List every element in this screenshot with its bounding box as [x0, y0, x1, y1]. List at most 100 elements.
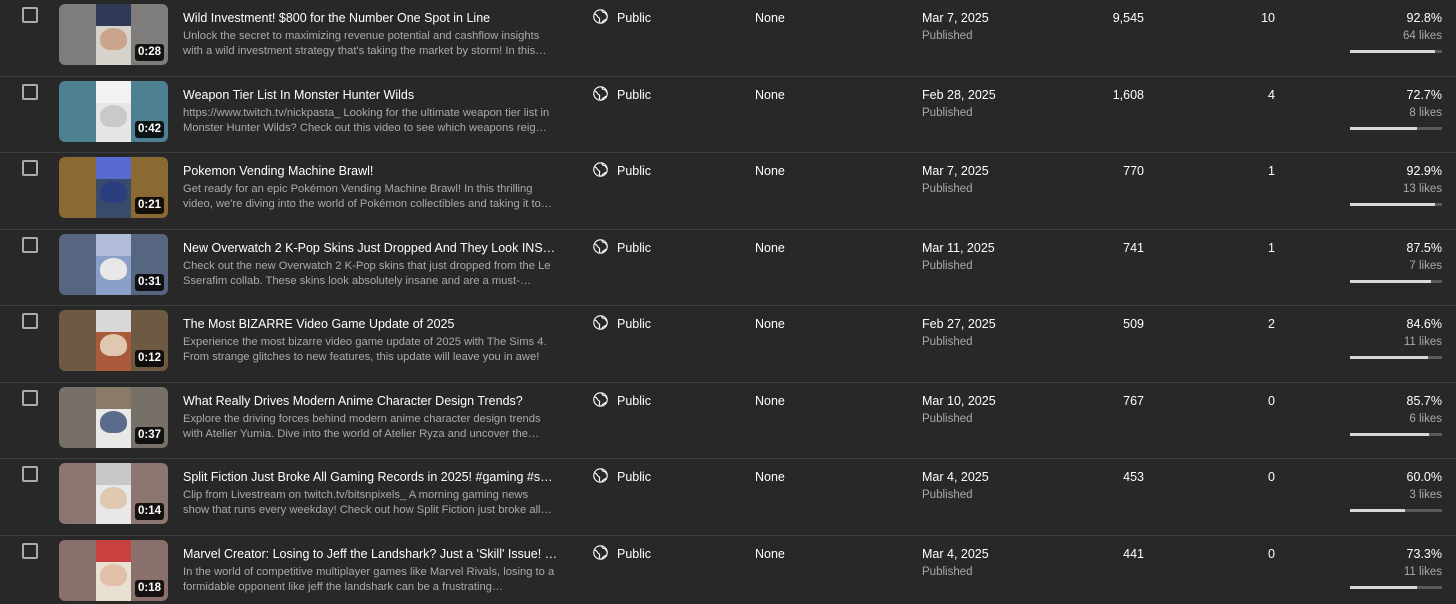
table-row[interactable]: 0:37 What Really Drives Modern Anime Cha…: [0, 383, 1456, 459]
thumbnail-shape: [96, 52, 131, 65]
thumbnail-shape: [96, 539, 131, 562]
like-percentage: 92.8%: [1406, 11, 1442, 25]
video-thumbnail[interactable]: 0:12: [59, 310, 168, 371]
video-title[interactable]: Marvel Creator: Losing to Jeff the Lands…: [183, 546, 558, 562]
thumbnail-shape: [96, 233, 131, 256]
like-count: 8 likes: [1409, 106, 1442, 119]
publish-date: Mar 4, 2025: [922, 470, 989, 484]
row-select-checkbox[interactable]: [22, 542, 38, 559]
video-thumbnail[interactable]: 0:28: [59, 4, 168, 65]
video-table: 0:28 Wild Investment! $800 for the Numbe…: [0, 0, 1456, 604]
visibility-value[interactable]: Public: [617, 163, 651, 179]
thumbnail-shape: [100, 257, 127, 280]
video-title[interactable]: Wild Investment! $800 for the Number One…: [183, 10, 558, 26]
publish-status: Published: [922, 412, 973, 425]
table-row[interactable]: 0:12 The Most BIZARRE Video Game Update …: [0, 306, 1456, 383]
globe-icon: [592, 314, 609, 331]
row-select-checkbox[interactable]: [22, 7, 38, 23]
visibility-value[interactable]: Public: [617, 10, 651, 26]
visibility-value[interactable]: Public: [617, 469, 651, 485]
table-row[interactable]: 0:42 Weapon Tier List In Monster Hunter …: [0, 77, 1456, 153]
restrictions-value: None: [755, 11, 785, 25]
video-title[interactable]: New Overwatch 2 K-Pop Skins Just Dropped…: [183, 240, 558, 256]
publish-date: Mar 7, 2025: [922, 11, 989, 25]
like-count: 64 likes: [1403, 30, 1442, 42]
comments-count: 0: [1268, 393, 1275, 408]
video-thumbnail[interactable]: 0:31: [59, 233, 168, 295]
video-duration: 0:12: [134, 350, 164, 367]
publish-date: Mar 4, 2025: [922, 546, 989, 561]
thumbnail-shape: [96, 128, 131, 142]
thumbnail-shape: [100, 410, 127, 433]
comments-count: 0: [1268, 546, 1275, 561]
table-row[interactable]: 0:31 New Overwatch 2 K-Pop Skins Just Dr…: [0, 230, 1456, 306]
thumbnail-shape: [100, 28, 127, 50]
video-description: Check out the new Overwatch 2 K-Pop skin…: [183, 259, 551, 287]
like-count: 11 likes: [1403, 336, 1442, 348]
table-row[interactable]: 0:18 Marvel Creator: Losing to Jeff the …: [0, 536, 1456, 604]
restrictions-value: None: [755, 317, 785, 331]
like-percentage: 87.5%: [1406, 240, 1442, 255]
video-thumbnail[interactable]: 0:42: [59, 80, 168, 142]
video-thumbnail[interactable]: 0:18: [59, 539, 168, 601]
like-ratio-bar: [1350, 432, 1442, 436]
publish-status: Published: [922, 30, 973, 42]
video-description: Get ready for an epic Pokémon Vending Ma…: [183, 183, 553, 210]
like-percentage: 84.6%: [1406, 317, 1442, 331]
video-duration: 0:18: [134, 579, 164, 597]
views-count: 770: [1123, 164, 1144, 178]
like-ratio-fill: [1350, 203, 1436, 206]
table-row[interactable]: 0:21 Pokemon Vending Machine Brawl! Get …: [0, 153, 1456, 230]
views-count: 509: [1123, 317, 1144, 331]
visibility-value[interactable]: Public: [617, 393, 651, 409]
visibility-value[interactable]: Public: [617, 240, 651, 256]
thumbnail-shape: [96, 511, 131, 524]
views-count: 9,545: [1112, 11, 1144, 25]
row-select-checkbox[interactable]: [22, 313, 38, 329]
video-title[interactable]: Split Fiction Just Broke All Gaming Reco…: [183, 469, 558, 485]
thumbnail-shape: [96, 281, 131, 295]
table-row[interactable]: 0:28 Wild Investment! $800 for the Numbe…: [0, 0, 1456, 77]
row-select-checkbox[interactable]: [22, 236, 38, 253]
publish-status: Published: [922, 489, 973, 501]
row-select-checkbox[interactable]: [22, 466, 38, 482]
restrictions-value: None: [755, 546, 785, 561]
thumbnail-shape: [96, 4, 131, 26]
visibility-value[interactable]: Public: [617, 316, 651, 332]
thumbnail-shape: [96, 434, 131, 448]
video-title[interactable]: Pokemon Vending Machine Brawl!: [183, 163, 558, 179]
globe-icon: [592, 85, 609, 102]
visibility-value[interactable]: Public: [617, 87, 651, 103]
row-select-checkbox[interactable]: [22, 389, 38, 406]
video-description: Unlock the secret to maximizing revenue …: [183, 30, 547, 57]
restrictions-value: None: [755, 164, 785, 178]
video-duration: 0:31: [134, 273, 164, 291]
video-thumbnail[interactable]: 0:21: [59, 157, 168, 218]
video-thumbnail[interactable]: 0:14: [59, 463, 168, 524]
video-title[interactable]: Weapon Tier List In Monster Hunter Wilds: [183, 87, 558, 103]
table-row[interactable]: 0:14 Split Fiction Just Broke All Gaming…: [0, 459, 1456, 536]
video-title[interactable]: What Really Drives Modern Anime Characte…: [183, 393, 558, 409]
thumbnail-shape: [96, 463, 131, 485]
like-ratio-fill: [1350, 585, 1418, 589]
thumbnail-shape: [96, 310, 131, 332]
globe-icon: [592, 161, 609, 178]
thumbnail-shape: [100, 563, 127, 586]
thumbnail-frame: [96, 233, 131, 295]
like-ratio-fill: [1350, 126, 1417, 130]
row-select-checkbox[interactable]: [22, 83, 38, 100]
comments-count: 1: [1268, 240, 1275, 255]
video-thumbnail[interactable]: 0:37: [59, 386, 168, 448]
visibility-value[interactable]: Public: [617, 546, 651, 562]
row-select-checkbox[interactable]: [22, 160, 38, 176]
like-ratio-fill: [1350, 356, 1428, 359]
video-duration: 0:21: [134, 197, 164, 214]
publish-date: Mar 10, 2025: [922, 393, 996, 408]
video-title[interactable]: The Most BIZARRE Video Game Update of 20…: [183, 316, 558, 332]
thumbnail-frame: [96, 386, 131, 448]
thumbnail-shape: [100, 487, 127, 509]
thumbnail-frame: [96, 80, 131, 142]
globe-icon: [592, 8, 609, 25]
video-duration: 0:42: [134, 120, 164, 138]
views-count: 741: [1123, 240, 1144, 255]
